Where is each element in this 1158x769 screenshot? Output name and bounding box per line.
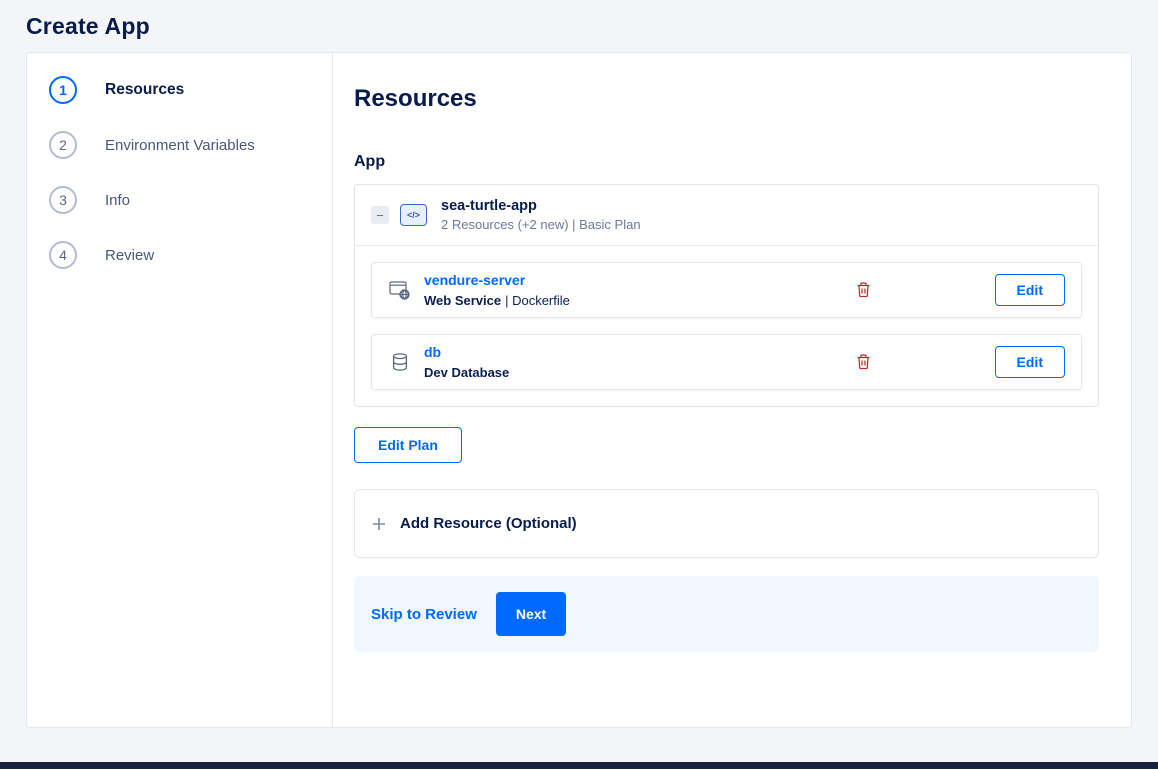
- step-label: Info: [105, 191, 131, 209]
- app-name: sea-turtle-app: [441, 198, 537, 214]
- collapse-app-button[interactable]: −: [371, 206, 389, 224]
- stepper: 1 Resources 2 Environment Variables 3 In…: [27, 53, 333, 727]
- wizard-footer-bar: Skip to Review Next: [354, 576, 1099, 652]
- step-number-badge: 1: [49, 76, 77, 104]
- page-title: Create App: [26, 13, 150, 39]
- plus-icon: [372, 517, 386, 531]
- stepper-step-info[interactable]: 3 Info: [49, 186, 332, 214]
- resource-subtitle: Web Service | Dockerfile: [424, 293, 844, 308]
- create-app-wizard-card: 1 Resources 2 Environment Variables 3 In…: [26, 52, 1132, 728]
- skip-to-review-link[interactable]: Skip to Review: [371, 606, 477, 623]
- resource-subtitle: Dev Database: [424, 365, 844, 380]
- delete-resource-icon[interactable]: [856, 354, 871, 370]
- step-number-badge: 4: [49, 241, 77, 269]
- resource-rows: vendure-server Web Service| Dockerfile: [355, 246, 1098, 406]
- stepper-step-review[interactable]: 4 Review: [49, 241, 332, 269]
- resource-name-link[interactable]: db: [424, 344, 441, 360]
- resource-detail: | Dockerfile: [505, 293, 570, 308]
- resource-text: vendure-server Web Service | Dockerfile: [424, 272, 844, 308]
- resource-type: Web Service: [424, 293, 502, 308]
- resources-step-content: Resources App − </> sea-turtle-app 2 Res…: [333, 53, 1131, 727]
- resource-text: db Dev Database: [424, 344, 844, 380]
- next-button[interactable]: Next: [495, 592, 567, 636]
- app-header: − </> sea-turtle-app 2 Resources (+2 new…: [355, 185, 1098, 246]
- bottom-footer-strip: [0, 762, 1158, 769]
- add-resource-label: Add Resource (Optional): [400, 515, 577, 532]
- app-title-block: sea-turtle-app 2 Resources (+2 new) | Ba…: [441, 198, 641, 232]
- app-summary: 2 Resources (+2 new) | Basic Plan: [441, 217, 641, 232]
- resource-row-vendure-server: vendure-server Web Service| Dockerfile: [371, 262, 1082, 318]
- delete-resource-icon[interactable]: [856, 282, 871, 298]
- edit-resource-button[interactable]: Edit: [994, 346, 1065, 378]
- step-label: Environment Variables: [105, 136, 255, 154]
- database-icon: [388, 352, 412, 372]
- step-label: Resources: [105, 81, 185, 98]
- step-label: Review: [105, 246, 155, 264]
- add-resource-button[interactable]: Add Resource (Optional): [354, 489, 1099, 558]
- step-number-badge: 2: [49, 131, 77, 159]
- web-service-icon: [388, 280, 412, 300]
- app-section-label: App: [354, 153, 386, 170]
- resource-row-db: db Dev Database Edit: [371, 334, 1082, 390]
- content-heading: Resources: [354, 85, 477, 112]
- stepper-step-resources[interactable]: 1 Resources: [49, 76, 332, 104]
- resource-type: Dev Database: [424, 365, 510, 380]
- app-resources-box: − </> sea-turtle-app 2 Resources (+2 new…: [354, 184, 1099, 407]
- code-icon: </>: [400, 204, 427, 226]
- resource-name-link[interactable]: vendure-server: [424, 272, 525, 288]
- edit-resource-button[interactable]: Edit: [994, 274, 1065, 306]
- edit-plan-button[interactable]: Edit Plan: [354, 427, 462, 463]
- stepper-step-environment-variables[interactable]: 2 Environment Variables: [49, 131, 332, 159]
- step-number-badge: 3: [49, 186, 77, 214]
